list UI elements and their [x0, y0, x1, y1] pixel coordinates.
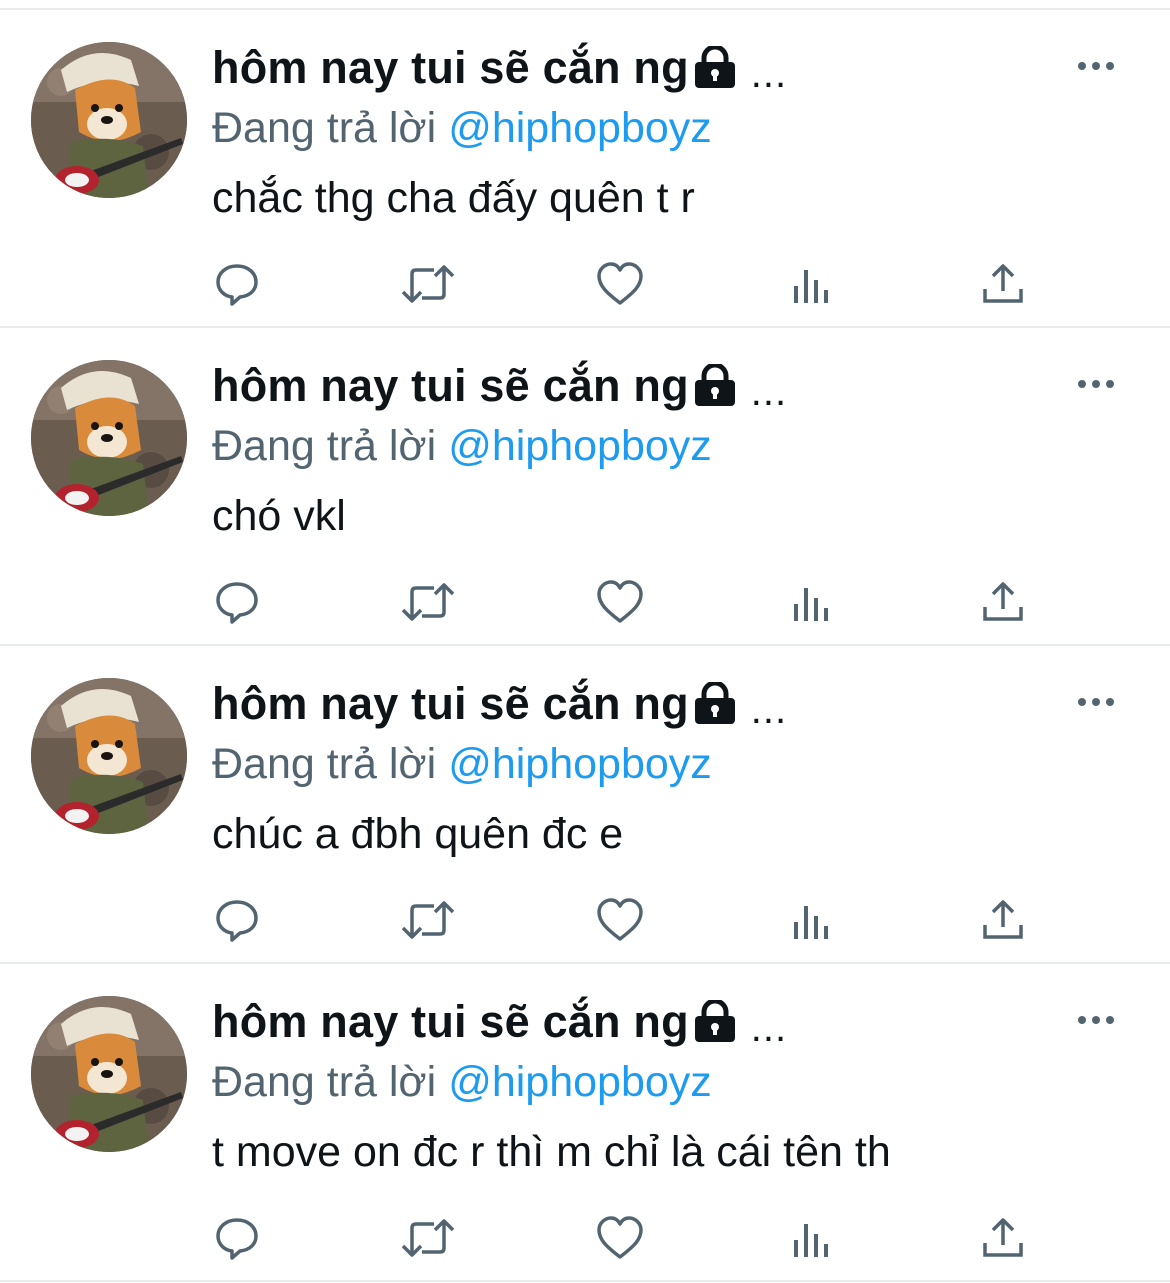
- reply-prefix: Đang trả lời: [212, 740, 437, 788]
- name-truncation: ...: [750, 369, 788, 414]
- share-button[interactable]: [973, 254, 1033, 314]
- lock-icon: [693, 680, 737, 726]
- heart-icon: [597, 898, 643, 941]
- heart-icon: [597, 1216, 643, 1259]
- retweet-button[interactable]: [398, 572, 458, 632]
- more-horizontal-icon: [1078, 62, 1114, 70]
- more-horizontal-icon: [1078, 698, 1114, 706]
- share-upload-icon: [983, 582, 1023, 621]
- more-options-button[interactable]: [1066, 46, 1126, 86]
- more-options-button[interactable]: [1066, 682, 1126, 722]
- display-name[interactable]: hôm nay tui sẽ cắn ng: [212, 360, 689, 412]
- retweet-button[interactable]: [398, 890, 458, 950]
- retweet-button[interactable]: [398, 254, 458, 314]
- more-options-button[interactable]: [1066, 1000, 1126, 1040]
- views-button[interactable]: [782, 254, 842, 314]
- display-name[interactable]: hôm nay tui sẽ cắn ng: [212, 996, 689, 1048]
- share-button[interactable]: [973, 890, 1033, 950]
- tweet-item[interactable]: hôm nay tui sẽ cắn ng ... Đang trả lời @h…: [0, 964, 1170, 1282]
- tweet-text: chúc a đbh quên đc e: [212, 810, 624, 858]
- name-truncation: ...: [750, 1005, 788, 1050]
- share-upload-icon: [983, 1218, 1023, 1257]
- reply-handle-link[interactable]: @hiphopboyz: [448, 422, 712, 470]
- retweet-icon: [401, 901, 455, 939]
- reply-handle-link[interactable]: @hiphopboyz: [448, 104, 712, 152]
- tweet-text: chó vkl: [212, 492, 346, 540]
- share-button[interactable]: [973, 1208, 1033, 1268]
- lock-icon: [693, 44, 737, 90]
- bar-chart-icon: [794, 1224, 828, 1257]
- reply-bubble-icon: [216, 582, 258, 624]
- bar-chart-icon: [794, 906, 828, 939]
- like-button[interactable]: [590, 1208, 650, 1268]
- reply-bubble-icon: [216, 264, 258, 306]
- avatar[interactable]: [31, 678, 187, 834]
- more-horizontal-icon: [1078, 1016, 1114, 1024]
- avatar[interactable]: [31, 996, 187, 1152]
- tweet-item[interactable]: hôm nay tui sẽ cắn ng ... Đang trả lời @h…: [0, 328, 1170, 646]
- heart-icon: [597, 262, 643, 305]
- reply-prefix: Đang trả lời: [212, 1058, 437, 1106]
- heart-icon: [597, 580, 643, 623]
- reply-button[interactable]: [207, 890, 267, 950]
- reply-prefix: Đang trả lời: [212, 422, 437, 470]
- tweet-item[interactable]: hôm nay tui sẽ cắn ng ... Đang trả lời @h…: [0, 10, 1170, 328]
- reply-button[interactable]: [207, 1208, 267, 1268]
- retweet-button[interactable]: [398, 1208, 458, 1268]
- like-button[interactable]: [590, 254, 650, 314]
- reply-button[interactable]: [207, 572, 267, 632]
- reply-handle-link[interactable]: @hiphopboyz: [448, 1058, 712, 1106]
- share-upload-icon: [983, 264, 1023, 303]
- tweet-header: hôm nay tui sẽ cắn ng ...: [212, 992, 787, 1052]
- tweet-text: chắc thg cha đấy quên t r: [212, 174, 695, 222]
- views-button[interactable]: [782, 1208, 842, 1268]
- tweet-item[interactable]: hôm nay tui sẽ cắn ng ... Đang trả lời @h…: [0, 646, 1170, 964]
- name-truncation: ...: [750, 687, 788, 732]
- lock-icon: [693, 362, 737, 408]
- views-button[interactable]: [782, 572, 842, 632]
- display-name[interactable]: hôm nay tui sẽ cắn ng: [212, 678, 689, 730]
- replying-to: Đang trả lời @hiphopboyz: [212, 420, 712, 472]
- reply-button[interactable]: [207, 254, 267, 314]
- like-button[interactable]: [590, 890, 650, 950]
- lock-icon: [693, 998, 737, 1044]
- like-button[interactable]: [590, 572, 650, 632]
- views-button[interactable]: [782, 890, 842, 950]
- share-upload-icon: [983, 900, 1023, 939]
- replying-to: Đang trả lời @hiphopboyz: [212, 1056, 712, 1108]
- avatar[interactable]: [31, 360, 187, 516]
- tweet-header: hôm nay tui sẽ cắn ng ...: [212, 38, 787, 98]
- tweet-text: t move on đc r thì m chỉ là cái tên th: [212, 1128, 891, 1176]
- avatar[interactable]: [31, 42, 187, 198]
- name-truncation: ...: [750, 51, 788, 96]
- tweet-header: hôm nay tui sẽ cắn ng ...: [212, 356, 787, 416]
- reply-bubble-icon: [216, 1218, 258, 1260]
- tweet-header: hôm nay tui sẽ cắn ng ...: [212, 674, 787, 734]
- reply-handle-link[interactable]: @hiphopboyz: [448, 740, 712, 788]
- retweet-icon: [401, 265, 455, 303]
- retweet-icon: [401, 583, 455, 621]
- top-divider: [0, 0, 1170, 10]
- reply-bubble-icon: [216, 900, 258, 942]
- share-button[interactable]: [973, 572, 1033, 632]
- bar-chart-icon: [794, 588, 828, 621]
- reply-prefix: Đang trả lời: [212, 104, 437, 152]
- replying-to: Đang trả lời @hiphopboyz: [212, 738, 712, 790]
- replying-to: Đang trả lời @hiphopboyz: [212, 102, 712, 154]
- retweet-icon: [401, 1219, 455, 1257]
- more-horizontal-icon: [1078, 380, 1114, 388]
- bar-chart-icon: [794, 270, 828, 303]
- more-options-button[interactable]: [1066, 364, 1126, 404]
- display-name[interactable]: hôm nay tui sẽ cắn ng: [212, 42, 689, 94]
